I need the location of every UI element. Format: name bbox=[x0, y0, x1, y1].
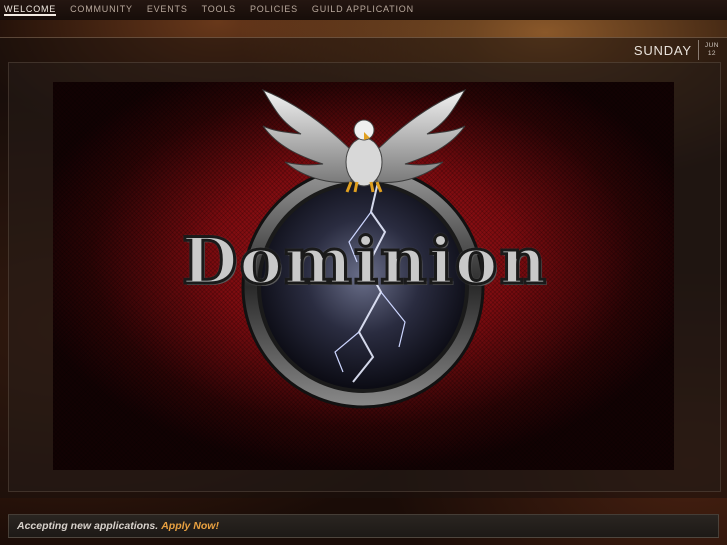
nav-tools[interactable]: TOOLS bbox=[202, 4, 236, 16]
day-number: 12 bbox=[707, 50, 717, 57]
guild-name: Dominion bbox=[180, 223, 549, 301]
top-nav: WELCOME COMMUNITY EVENTS TOOLS POLICIES … bbox=[0, 0, 727, 20]
nav-events[interactable]: EVENTS bbox=[147, 4, 188, 16]
footer-message: Accepting new applications. bbox=[17, 520, 159, 532]
nav-welcome[interactable]: WELCOME bbox=[4, 4, 57, 16]
nav-community[interactable]: COMMUNITY bbox=[70, 4, 133, 16]
date-display: SUNDAY JUN 12 bbox=[634, 38, 719, 62]
date-divider bbox=[697, 40, 699, 60]
nav-guild-application[interactable]: GUILD APPLICATION bbox=[312, 4, 414, 16]
nav-policies[interactable]: POLICIES bbox=[250, 4, 298, 16]
date-badge: JUN 12 bbox=[705, 42, 719, 58]
guild-banner: Dominion bbox=[53, 82, 674, 470]
day-label: SUNDAY bbox=[633, 42, 692, 58]
month-label: JUN bbox=[704, 42, 719, 49]
footer-bar: Accepting new applications. Apply Now! bbox=[8, 514, 719, 538]
apply-now-link[interactable]: Apply Now! bbox=[161, 520, 219, 532]
